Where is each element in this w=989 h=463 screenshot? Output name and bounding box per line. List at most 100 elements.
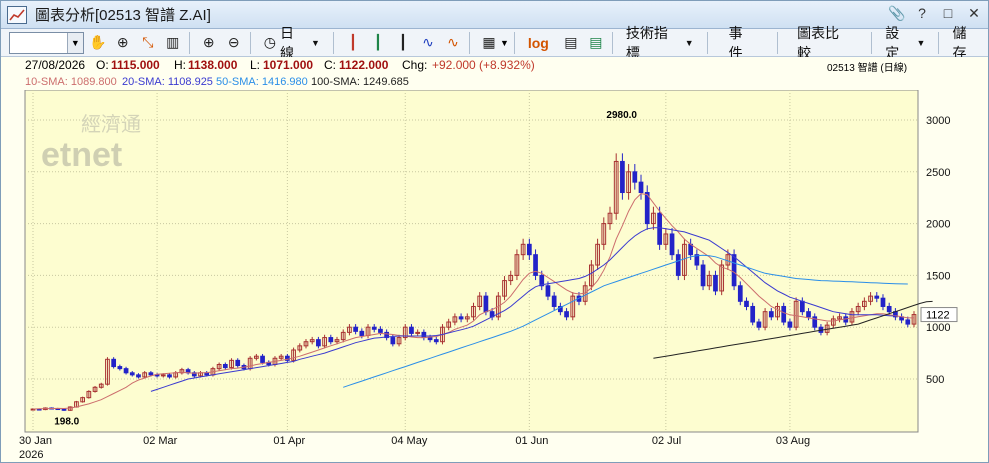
y-tick-label: 3000 [926,115,950,127]
candle [756,321,762,328]
period-range-icon[interactable]: ▥ [162,32,184,54]
candle [713,274,718,292]
y-tick-label: 2000 [926,219,950,231]
symbol-combobox[interactable]: ▼ [9,31,84,54]
candle [260,355,265,363]
chart-app-icon [7,5,27,24]
candle [167,374,172,378]
close-icon[interactable]: ✕ [966,5,982,22]
y-tick-label: 2500 [926,167,950,179]
zoom-in-icon[interactable]: ⊕ [198,32,220,54]
open-value: 1115.000 [111,58,160,72]
candle [533,254,538,276]
candle [359,330,365,336]
zoom-out-icon[interactable]: ⊖ [223,32,245,54]
sma50-label: 50-SMA: 1416.980 [216,76,308,88]
candle [688,243,694,256]
candle [235,359,241,367]
candle [886,305,892,313]
candle [638,181,644,194]
overlay-icon[interactable]: ▤ [585,32,607,54]
chevron-down-icon: ▼ [684,37,694,48]
candle [787,321,793,328]
price-annotation: 198.0 [54,416,79,427]
candle [328,337,334,343]
line-chart-icon[interactable]: ∿ [417,32,439,54]
candle [117,366,123,370]
price-chart[interactable]: 500 1000 1500 2000 2500 3000 30 Jan 02 Mar 01 Ap… [1,90,988,462]
chevron-down-icon[interactable]: ▼ [500,38,509,48]
sma-legend: 10-SMA: 1089.800 20-SMA: 1108.925 50-SMA… [1,74,988,90]
x-tick-label: 02 Mar [143,435,178,447]
events-button[interactable]: 事件 [713,25,773,61]
percent-scale-icon[interactable]: ▤ [560,32,582,54]
candle [675,254,681,276]
restore-icon[interactable]: □ [940,5,956,22]
quote-bar: 27/08/2026 O: 1115.000 H: 1138.000 L: 10… [1,57,988,74]
candle [421,331,427,339]
chg-value: +92.000 (+8.932%) [432,58,535,72]
candle [427,337,433,341]
low-label: L: [250,58,261,72]
high-label: H: [174,58,186,72]
toolbar: ▼ ✋ ⊕ ⤡ ▥ ⊕ ⊖ ◷ 日線 ▼ ┃ ┃ ┃ ∿ ∿ ▦ ▼ log ▤ ▤… [1,25,988,61]
chart-window: 圖表分析[02513 智譜 Z.AI] 📎 ? □ ✕ ▼ ✋ ⊕ ⤡ ▥ ⊕ … [0,0,989,463]
candle [123,368,129,374]
x-tick-label: 01 Apr [273,435,305,447]
high-value: 1138.000 [188,58,238,72]
candle [880,297,886,307]
hlc-bar-icon[interactable]: ┃ [392,32,414,54]
area-chart-icon[interactable]: ∿ [442,32,464,54]
crosshair-icon[interactable]: ⊕ [112,32,134,54]
candle [750,305,756,323]
x-tick-label: 02 Jul [652,435,681,447]
candle [526,243,532,256]
candle [129,372,135,376]
candle [768,311,774,318]
grid-icon[interactable]: ▦ [478,32,500,54]
draw-line-icon[interactable]: ⤡ [137,32,159,54]
candle [111,358,117,368]
x-year-label: 2026 [19,449,43,461]
period-selector[interactable]: ◷ 日線 ▼ [256,25,328,61]
candle [669,233,675,256]
chevron-down-icon[interactable]: ▼ [66,32,83,53]
candle [409,326,414,334]
candle [458,316,464,320]
candle [433,339,439,343]
low-value: 1071.000 [263,58,314,72]
candle [483,295,489,313]
candle [874,295,880,299]
sma10-label: 10-SMA: 1089.800 [25,76,117,88]
log-scale-toggle[interactable]: log [520,32,557,54]
indicators-button[interactable]: 技術指標 ▼ [618,25,702,61]
candle [222,363,228,369]
window-title: 圖表分析[02513 智譜 Z.AI] [35,7,211,24]
candle [353,326,358,332]
candle [378,328,383,333]
candle [700,264,706,287]
help-icon[interactable]: ? [914,5,930,22]
save-button[interactable]: 儲存 [944,25,988,61]
candle [737,285,743,302]
hand-pan-icon[interactable]: ✋ [87,32,109,54]
attach-icon[interactable]: 📎 [888,5,905,22]
x-tick-label: 03 Aug [776,435,810,447]
candle [781,305,787,323]
y-tick-label: 1000 [926,322,950,334]
candle [620,160,625,194]
price-annotation: 2980.0 [606,110,637,121]
symbol-label: 02513 智譜 (日線) [827,63,908,74]
candle [744,300,749,307]
candle [551,295,557,307]
settings-button[interactable]: 設定 ▼ [877,25,933,61]
candle [136,374,141,378]
candle [632,171,638,183]
plot-area [24,90,919,433]
close-label: C: [324,58,336,72]
clock-icon: ◷ [263,34,276,50]
candle [61,408,67,411]
candlestick-icon[interactable]: ┃ [342,32,364,54]
compare-button[interactable]: 圖表比較 [783,25,866,61]
ohlc-bar-icon[interactable]: ┃ [367,32,389,54]
